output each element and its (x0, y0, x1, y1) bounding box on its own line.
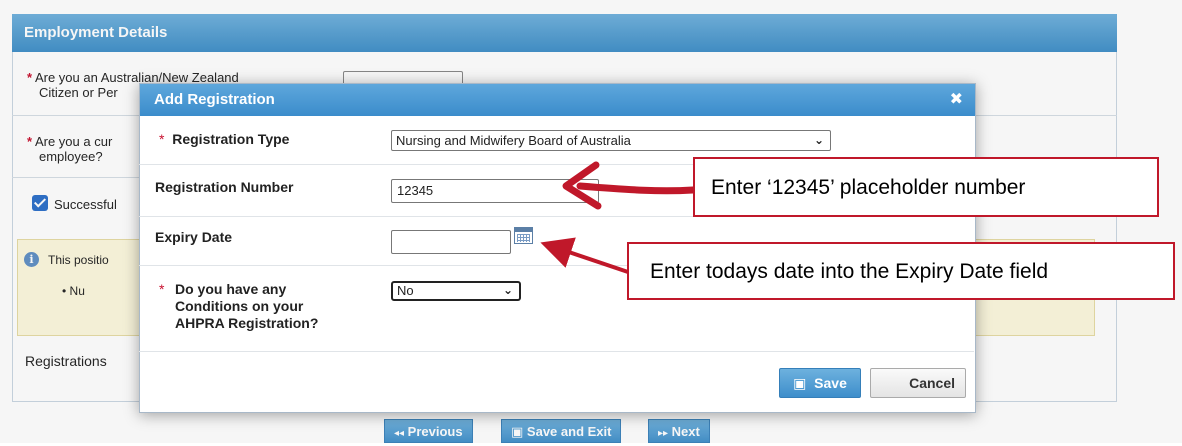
callout-expiry-date: Enter todays date into the Expiry Date f… (627, 242, 1175, 300)
arrow-to-expiry-date (540, 237, 629, 274)
callout-registration-number: Enter ‘12345’ placeholder number (693, 157, 1159, 217)
annotation-arrows (540, 161, 697, 274)
arrow-to-registration-number (576, 182, 697, 195)
